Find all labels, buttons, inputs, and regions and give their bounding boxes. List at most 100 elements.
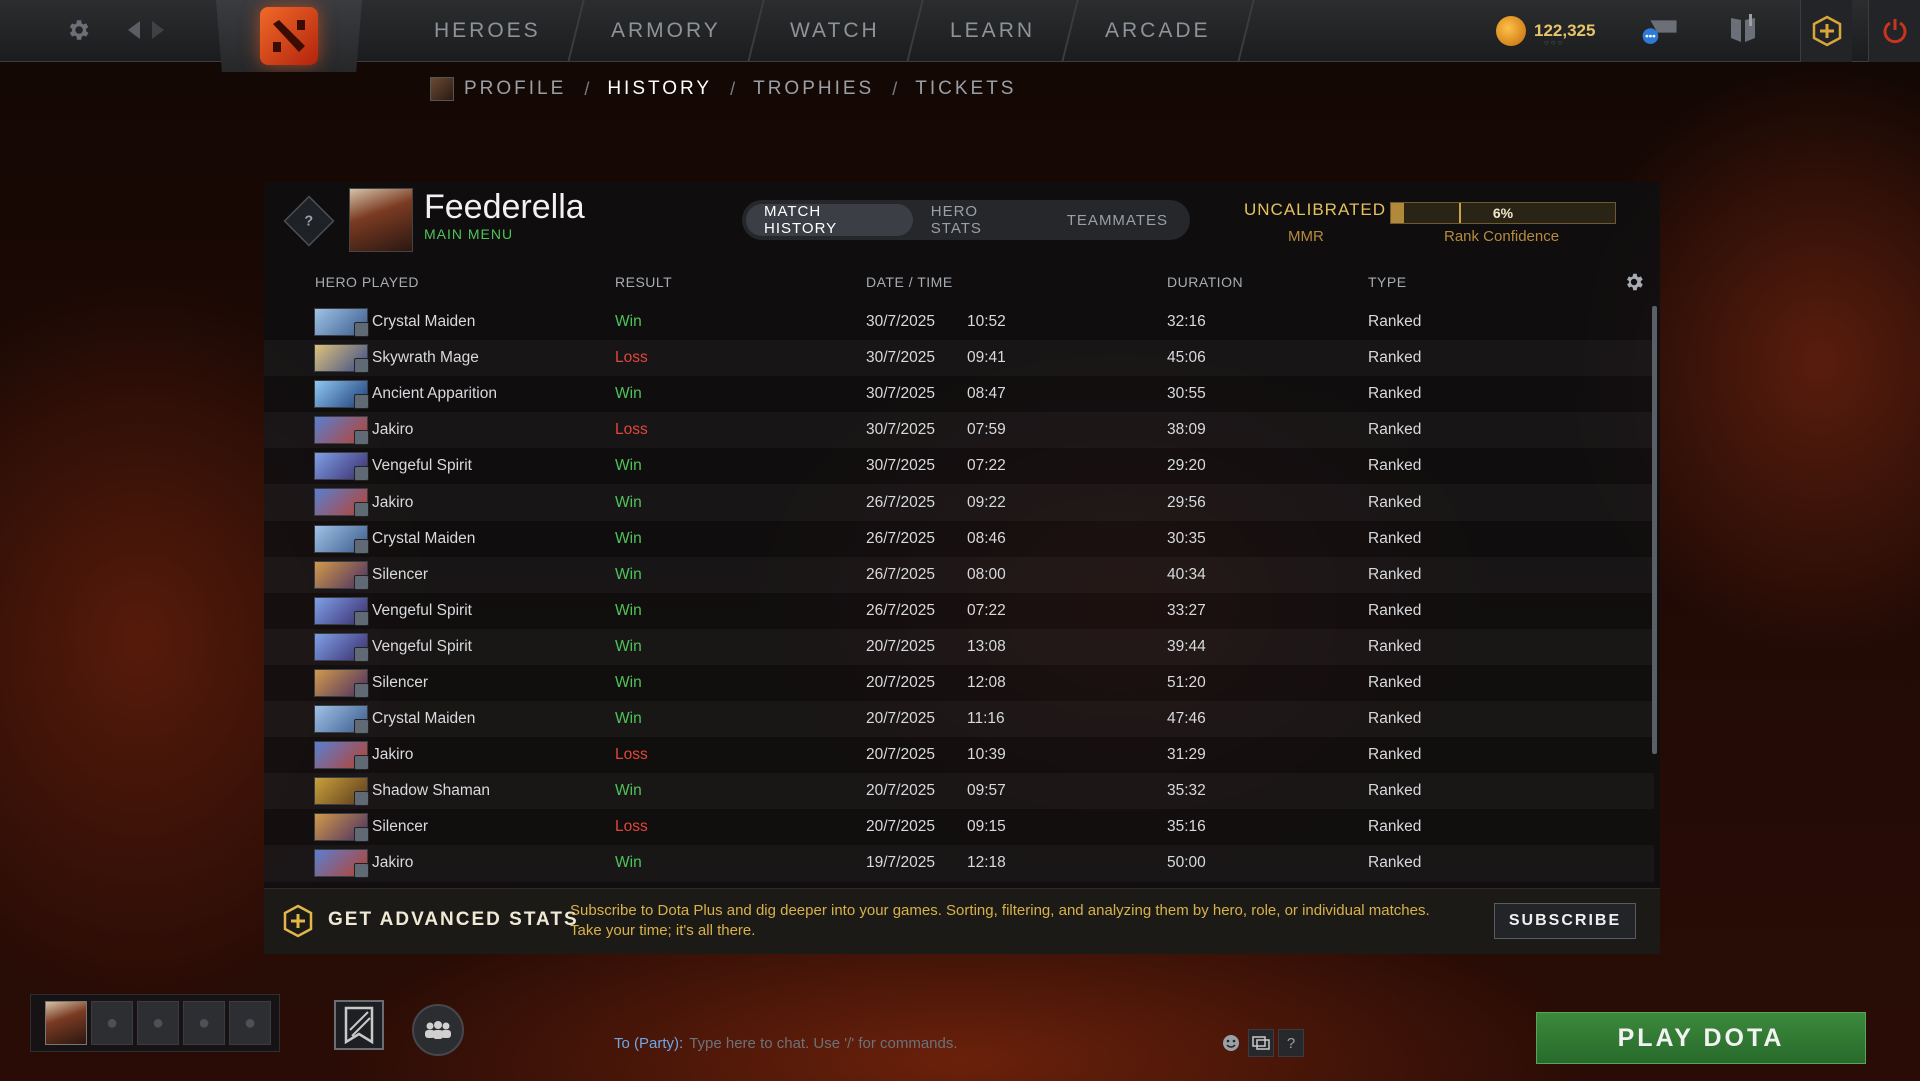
crumb-trophies[interactable]: TROPHIES (753, 78, 874, 100)
match-row[interactable]: Vengeful Spirit Win 30/7/2025 07:22 29:20 Ran… (264, 448, 1654, 484)
help-icon[interactable]: ? (1278, 1029, 1304, 1057)
crumb-separator: / (584, 78, 590, 99)
chat-bubble-icon[interactable] (1640, 10, 1680, 50)
col-result[interactable]: RESULT (615, 274, 672, 290)
hero-portrait (314, 380, 369, 410)
nav-armory[interactable]: ARMORY (568, 0, 765, 62)
profile-avatar[interactable] (349, 188, 413, 252)
dota-plus-button[interactable] (1800, 0, 1852, 62)
hero-name: Silencer (372, 673, 428, 691)
match-row[interactable]: Vengeful Spirit Win 20/7/2025 13:08 39:44 Ran… (264, 629, 1654, 665)
match-duration: 47:46 (1167, 710, 1206, 728)
hero-portrait (314, 813, 369, 843)
chat-target-label[interactable]: To (Party): (614, 1035, 683, 1052)
match-row[interactable]: Skywrath Mage Loss 30/7/2025 09:41 45:06 Rank… (264, 340, 1654, 376)
match-row[interactable]: Silencer Win 20/7/2025 12:08 51:20 Ranked (264, 665, 1654, 701)
nav-arcade[interactable]: ARCADE (1063, 0, 1255, 62)
col-date-time[interactable]: DATE / TIME (866, 274, 953, 290)
match-row[interactable]: Silencer Win 26/7/2025 08:00 40:34 Ranked (264, 557, 1654, 593)
power-button[interactable] (1868, 0, 1920, 62)
forward-arrow-icon[interactable] (142, 14, 174, 46)
friends-button[interactable] (412, 1004, 464, 1056)
party-slot-empty[interactable]: ● (183, 1001, 225, 1045)
match-row[interactable]: Jakiro Loss 20/7/2025 10:39 31:29 Ranked (264, 737, 1654, 773)
rank-badge-icon[interactable]: ? (283, 195, 335, 247)
hero-portrait (314, 308, 369, 337)
match-time: 11:16 (967, 710, 1005, 728)
gear-icon[interactable] (62, 14, 94, 46)
chat-input[interactable] (689, 1034, 1214, 1052)
match-time: 07:22 (967, 601, 1006, 619)
match-row[interactable]: Vengeful Spirit Win 26/7/2025 07:22 33:27 Ran… (264, 593, 1654, 629)
party-slot-empty[interactable]: ● (91, 1001, 133, 1045)
play-dota-button[interactable]: PLAY DOTA (1536, 1012, 1866, 1064)
nav-learn[interactable]: LEARN (908, 0, 1079, 62)
match-row[interactable]: Jakiro Loss 30/7/2025 07:59 38:09 Ranked (264, 412, 1654, 448)
match-duration: 50:00 (1167, 854, 1206, 872)
hero-name: Jakiro (372, 854, 414, 872)
party-chat: To (Party): ? (614, 1028, 1304, 1058)
match-date: 30/7/2025 (866, 349, 935, 367)
tab-teammates[interactable]: TEAMMATES (1049, 204, 1186, 236)
tab-hero-stats[interactable]: HERO STATS (913, 203, 1049, 237)
match-list-scrollbar[interactable] (1652, 306, 1657, 754)
hero-portrait (314, 488, 369, 518)
chat-channel-icon[interactable] (1248, 1029, 1274, 1057)
hero-name: Vengeful Spirit (372, 457, 472, 475)
match-result: Win (615, 782, 642, 800)
rank-confidence-value: 6% (1492, 205, 1514, 221)
party-slot-self[interactable] (45, 1001, 87, 1045)
match-history-panel: ? Feederella MAIN MENU MATCH HISTORY HER… (264, 182, 1660, 954)
match-date: 20/7/2025 (866, 782, 935, 800)
top-bar: HEROES ARMORY WATCH LEARN ARCADE 122,325… (0, 0, 1920, 72)
nav-watch[interactable]: WATCH (748, 0, 924, 62)
hero-portrait (314, 632, 369, 662)
match-type: Ranked (1368, 529, 1422, 547)
emoji-icon[interactable] (1218, 1029, 1244, 1057)
friends-icon (425, 1021, 451, 1039)
match-time: 07:59 (967, 421, 1006, 439)
match-duration: 30:35 (1167, 529, 1206, 547)
match-row[interactable]: Silencer Loss 20/7/2025 09:15 35:16 Ranked (264, 809, 1654, 845)
match-time: 08:46 (967, 529, 1006, 547)
role-icon (354, 827, 369, 843)
tab-match-history[interactable]: MATCH HISTORY (746, 203, 913, 237)
nav-heroes[interactable]: HEROES (392, 0, 585, 62)
table-settings-gear-icon[interactable] (1622, 270, 1646, 294)
hero-portrait (314, 452, 369, 482)
match-result: Win (615, 854, 642, 872)
profile-status: MAIN MENU (424, 226, 514, 242)
shards-balance[interactable]: 122,325 ○○○ (1496, 12, 1595, 50)
match-result: Win (615, 493, 642, 511)
match-type: Ranked (1368, 601, 1422, 619)
party-slot-empty[interactable]: ● (137, 1001, 179, 1045)
match-result: Loss (615, 746, 648, 764)
match-row[interactable]: Crystal Maiden Win 30/7/2025 10:52 32:16 Rank… (264, 304, 1654, 340)
match-row[interactable]: Shadow Shaman Win 20/7/2025 09:57 35:32 Ranke… (264, 773, 1654, 809)
col-hero-played[interactable]: HERO PLAYED (315, 274, 419, 290)
subscribe-button[interactable]: SUBSCRIBE (1494, 903, 1636, 939)
match-result: Win (615, 385, 642, 403)
party-slot-empty[interactable]: ● (229, 1001, 271, 1045)
match-date: 30/7/2025 (866, 457, 935, 475)
match-row[interactable]: Jakiro Win 19/7/2025 12:18 50:00 Ranked (264, 845, 1654, 881)
match-duration: 35:32 (1167, 782, 1206, 800)
match-row[interactable]: Crystal Maiden Win 20/7/2025 11:16 47:46 Rank… (264, 701, 1654, 737)
dota-logo-button[interactable] (216, 0, 362, 72)
compendium-icon[interactable] (1724, 10, 1764, 50)
crumb-tickets[interactable]: TICKETS (915, 78, 1016, 100)
hero-portrait (314, 705, 369, 735)
crumb-profile[interactable]: PROFILE (464, 78, 566, 100)
match-row[interactable]: Jakiro Win 26/7/2025 09:22 29:56 Ranked (264, 484, 1654, 520)
role-icon (354, 719, 369, 735)
col-duration[interactable]: DURATION (1167, 274, 1243, 290)
crumb-separator: / (892, 78, 898, 99)
match-row[interactable]: Ancient Apparition Win 30/7/2025 08:47 30:55… (264, 376, 1654, 412)
role-icon (354, 502, 369, 518)
col-type[interactable]: TYPE (1368, 274, 1407, 290)
match-row[interactable]: Crystal Maiden Win 26/7/2025 08:46 30:35 Rank… (264, 521, 1654, 557)
guild-button[interactable] (334, 1000, 384, 1050)
role-icon (354, 394, 369, 410)
crumb-history[interactable]: HISTORY (607, 78, 712, 100)
match-duration: 30:55 (1167, 385, 1206, 403)
